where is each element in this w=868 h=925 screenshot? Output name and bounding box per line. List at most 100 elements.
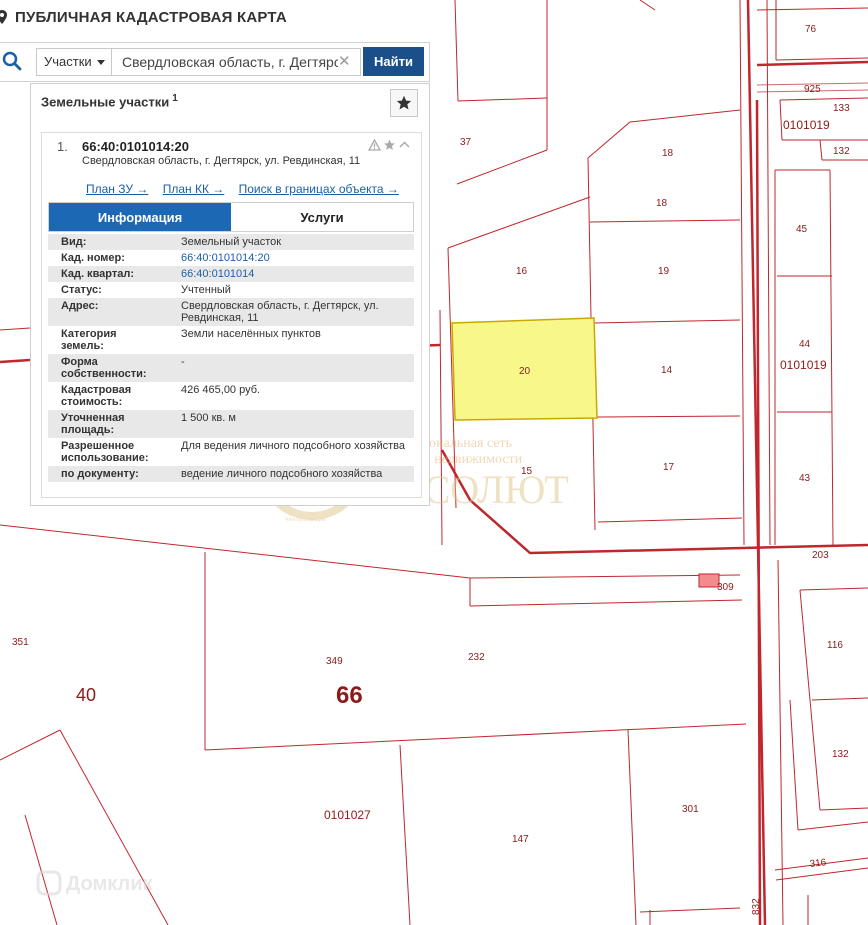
table-row: по документу: ведение личного подсобного … [48,466,414,482]
label-17: 17 [663,462,675,473]
attr-label: Уточненная площадь: [61,412,125,436]
attr-label: Вид: [61,236,87,248]
label-309: 309 [717,582,734,593]
attr-value: Для ведения личного подсобного хозяйства [181,440,405,452]
result-index: 1. [57,139,68,154]
label-43: 43 [799,473,811,484]
watermark-seal-text: Член ассоциации [285,517,326,523]
star-icon [396,95,412,110]
link-plan-zu[interactable]: План ЗУ → [86,182,148,196]
result-count: 1 [172,93,178,104]
card-links: План ЗУ → План КК → Поиск в границах объ… [86,182,410,196]
result-address: Свердловская область, г. Дегтярск, ул. Р… [82,155,361,167]
attr-label: Статус: [61,284,102,296]
attr-label: по документу: [61,468,139,480]
result-card[interactable]: 1. 66:40:0101014:20 Свердловская область… [41,132,422,498]
table-row: Кад. квартал: 66:40:0101014 [48,266,414,282]
label-116: 116 [827,640,843,651]
table-row: Статус: Учтенный [48,282,414,298]
label-16: 16 [516,266,528,277]
label-349: 349 [326,656,343,667]
attributes-table: Вид: Земельный участок Кад. номер: 66:40:0… [48,234,414,482]
attr-label: Кадастровая стоимость: [61,384,132,408]
table-row: Адрес: Свердловская область, г. Дегтярск,… [48,298,414,326]
results-panel: Земельные участки 1 1. 66:40:0101014:20 С… [30,83,430,506]
label-14: 14 [661,365,673,376]
label-18-lower: 18 [656,198,668,209]
chevron-down-icon [96,60,105,66]
search-type-label: Участки [44,54,92,69]
label-zone-66: 66 [336,682,363,709]
label-quarter-0101019-mid: 0101019 [780,358,827,372]
favorites-button[interactable] [390,89,418,117]
label-301: 301 [682,804,699,815]
star-icon[interactable] [383,139,396,151]
warning-icon[interactable] [368,139,381,151]
clear-icon[interactable]: ✕ [338,54,351,69]
label-147: 147 [512,834,529,845]
label-19: 19 [658,266,670,277]
attr-value: 1 500 кв. м [181,412,236,424]
label-18-upper: 18 [662,148,674,159]
label-232: 232 [468,652,485,663]
label-203: 203 [812,550,829,561]
panel-title-text: Земельные участки [41,94,170,110]
attr-value: ведение личного подсобного хозяйства [181,468,383,480]
search-input[interactable] [111,48,361,76]
attr-value: - [181,356,185,368]
attr-value: 426 465,00 руб. [181,384,261,396]
app-header: ПУБЛИЧНАЯ КАДАСТРОВАЯ КАРТА [0,4,287,30]
tab-services[interactable]: Услуги [231,203,413,231]
table-row: Разрешенное использование: Для ведения ли… [48,438,414,466]
attr-value: Учтенный [181,284,231,296]
attr-label: Категория земель: [61,328,117,352]
label-132-bottom: 132 [832,749,849,760]
label-351: 351 [12,637,29,648]
label-925: 925 [804,84,821,95]
attr-label: Кад. квартал: [61,268,135,280]
label-45: 45 [796,224,808,235]
result-tabs: Информация Услуги [48,202,414,232]
label-37: 37 [460,137,472,148]
table-row: Уточненная площадь: 1 500 кв. м [48,410,414,438]
search-type-select[interactable]: Участки [36,48,111,76]
label-20: 20 [519,366,531,377]
attr-value: Земли населённых пунктов [181,328,321,340]
domclick-logo-icon [36,870,62,896]
label-133: 133 [833,103,850,114]
label-44: 44 [799,339,811,350]
table-row: Вид: Земельный участок [48,234,414,250]
search-icon[interactable] [2,51,22,71]
search-bar: Участки ✕ Найти [0,42,430,82]
label-316: 316 [809,857,827,870]
app-title: ПУБЛИЧНАЯ КАДАСТРОВАЯ КАРТА [15,8,287,26]
map-pin-icon [0,10,7,24]
label-832: 832 [751,898,762,915]
label-quarter-0101027: 0101027 [324,808,371,822]
cadastral-quarter-link[interactable]: 66:40:0101014 [181,268,254,280]
cadastral-number-link[interactable]: 66:40:0101014:20 [181,252,270,264]
table-row: Категория земель: Земли населённых пункто… [48,326,414,354]
attr-label: Разрешенное использование: [61,440,149,464]
panel-title: Земельные участки 1 [41,93,178,109]
table-row: Форма собственности: - [48,354,414,382]
search-button[interactable]: Найти [363,47,424,76]
table-row: Кадастровая стоимость: 426 465,00 руб. [48,382,414,410]
attr-value: Земельный участок [181,236,282,248]
link-plan-kk[interactable]: План КК → [163,182,225,196]
result-cadastral-number: 66:40:0101014:20 [82,139,189,154]
label-132-top: 132 [833,146,850,157]
tab-information[interactable]: Информация [49,203,231,231]
table-row: Кад. номер: 66:40:0101014:20 [48,250,414,266]
attr-label: Форма собственности: [61,356,147,380]
chevron-up-icon[interactable] [398,139,411,151]
link-search-within-object[interactable]: Поиск в границах объекта → [239,182,399,196]
attr-label: Адрес: [61,300,99,312]
label-quarter-0101019-top: 0101019 [783,118,830,132]
label-zone-40: 40 [76,685,96,705]
attr-value: Свердловская область, г. Дегтярск, ул. Р… [181,300,379,324]
card-tools [368,139,411,151]
domclick-text: Домклик [66,873,153,895]
parcel-309-marker[interactable] [698,573,720,588]
label-76: 76 [805,24,817,35]
